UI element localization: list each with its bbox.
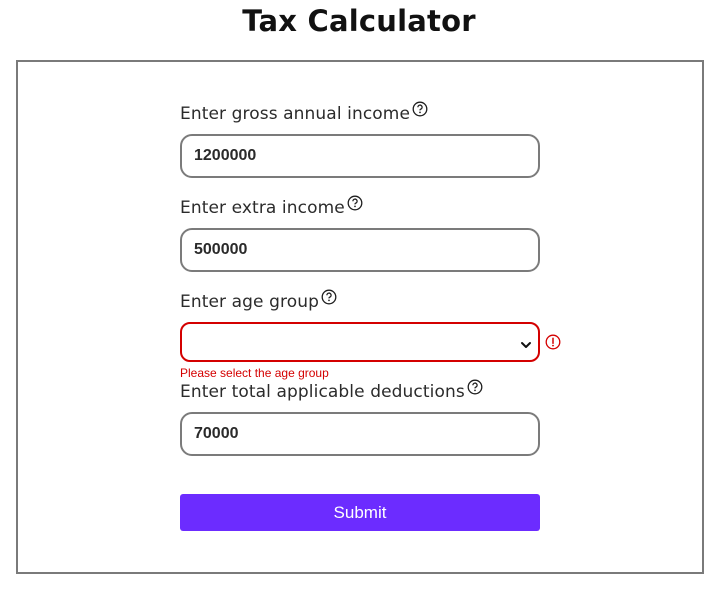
deductions-label: Enter total applicable deductions (180, 382, 465, 402)
deductions-input[interactable] (180, 412, 540, 456)
age-group-error: Please select the age group (180, 366, 329, 380)
question-circle-icon[interactable] (321, 289, 337, 305)
gross-income-label: Enter gross annual income (180, 104, 411, 124)
age-group-select-wrap (180, 322, 580, 362)
deductions-label-row: Enter total applicable deductions (180, 379, 580, 406)
question-circle-icon[interactable] (347, 195, 363, 211)
submit-button[interactable]: Submit (180, 494, 540, 531)
tax-calculator-page: Tax Calculator Enter gross annual income… (0, 0, 724, 606)
page-title: Tax Calculator (242, 4, 476, 38)
age-group-select[interactable] (180, 322, 540, 362)
gross-income-field: Enter gross annual income (180, 101, 580, 178)
form-card: Enter gross annual income Enter extra in… (16, 60, 704, 574)
age-group-field: Enter age group Please select the age gr… (180, 289, 580, 380)
age-group-label-row: Enter age group (180, 289, 580, 316)
deductions-field: Enter total applicable deductions (180, 379, 580, 456)
extra-income-label: Enter extra income (180, 198, 345, 218)
extra-income-field: Enter extra income (180, 195, 580, 272)
question-circle-icon[interactable] (412, 101, 428, 117)
exclamation-circle-icon (545, 334, 561, 350)
question-circle-icon[interactable] (467, 379, 483, 395)
gross-income-input[interactable] (180, 134, 540, 178)
extra-income-input[interactable] (180, 228, 540, 272)
age-group-label: Enter age group (180, 292, 319, 312)
gross-income-label-row: Enter gross annual income (180, 101, 580, 128)
chevron-down-icon (520, 336, 532, 348)
extra-income-label-row: Enter extra income (180, 195, 580, 222)
